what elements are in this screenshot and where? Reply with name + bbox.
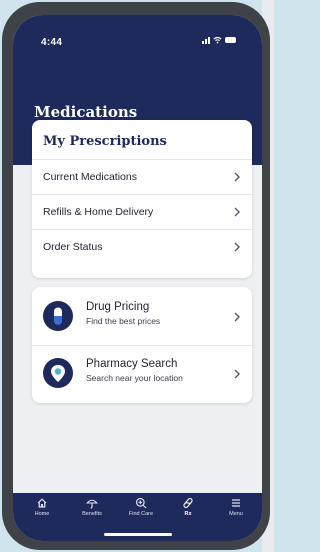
drug-pricing-row[interactable]: Drug Pricing Find the best prices xyxy=(32,289,252,345)
current-medications-row[interactable]: Current Medications xyxy=(32,159,252,194)
row-label: Current Medications xyxy=(43,171,137,183)
tab-rx[interactable]: Rx xyxy=(165,497,211,525)
chevron-right-icon xyxy=(234,242,240,252)
home-indicator xyxy=(104,533,172,536)
tab-find-care[interactable]: Find Care xyxy=(118,497,164,525)
pill-icon xyxy=(183,497,193,509)
tab-label: Find Care xyxy=(128,511,154,517)
battery-icon xyxy=(225,37,236,43)
prescriptions-title: My Prescriptions xyxy=(43,134,167,149)
location-pin-icon xyxy=(43,358,73,388)
umbrella-icon xyxy=(86,499,98,509)
chevron-right-icon xyxy=(234,369,240,379)
tab-benefits[interactable]: Benefits xyxy=(69,497,115,525)
tab-label: Menu xyxy=(229,511,243,517)
chevron-right-icon xyxy=(234,207,240,217)
tab-home[interactable]: Home xyxy=(19,497,65,525)
chevron-right-icon xyxy=(234,312,240,322)
row-label: Refills & Home Delivery xyxy=(43,206,154,218)
status-icons xyxy=(202,36,236,44)
pharmacy-search-subtitle: Search near your location xyxy=(86,373,183,383)
pill-icon xyxy=(43,301,73,331)
drug-pricing-subtitle: Find the best prices xyxy=(86,316,161,326)
status-time: 4:44 xyxy=(41,37,63,48)
hamburger-icon xyxy=(232,499,240,507)
phone-frame: 4:44 Medications My Prescriptions Curren… xyxy=(2,2,270,550)
wifi-icon xyxy=(213,36,222,44)
tab-label: Rx xyxy=(184,511,192,517)
tab-label: Benefits xyxy=(82,511,102,517)
prescriptions-card: My Prescriptions Current Medications Ref… xyxy=(32,120,252,278)
chevron-right-icon xyxy=(234,172,240,182)
home-icon xyxy=(37,498,47,508)
tab-label: Home xyxy=(34,511,50,517)
page-title: Medications xyxy=(34,103,138,121)
status-bar: 4:44 xyxy=(13,15,262,55)
pharmacy-tools-card: Drug Pricing Find the best prices Pharma… xyxy=(32,287,252,403)
app-screen: 4:44 Medications My Prescriptions Curren… xyxy=(13,15,262,541)
search-plus-icon xyxy=(135,497,147,509)
drug-pricing-title: Drug Pricing xyxy=(86,301,150,313)
refills-home-delivery-row[interactable]: Refills & Home Delivery xyxy=(32,194,252,229)
pharmacy-search-row[interactable]: Pharmacy Search Search near your locatio… xyxy=(32,346,252,402)
signal-icon xyxy=(202,36,210,44)
tab-menu[interactable]: Menu xyxy=(213,497,259,525)
order-status-row[interactable]: Order Status xyxy=(32,229,252,264)
pharmacy-search-title: Pharmacy Search xyxy=(86,358,178,370)
row-label: Order Status xyxy=(43,241,103,253)
